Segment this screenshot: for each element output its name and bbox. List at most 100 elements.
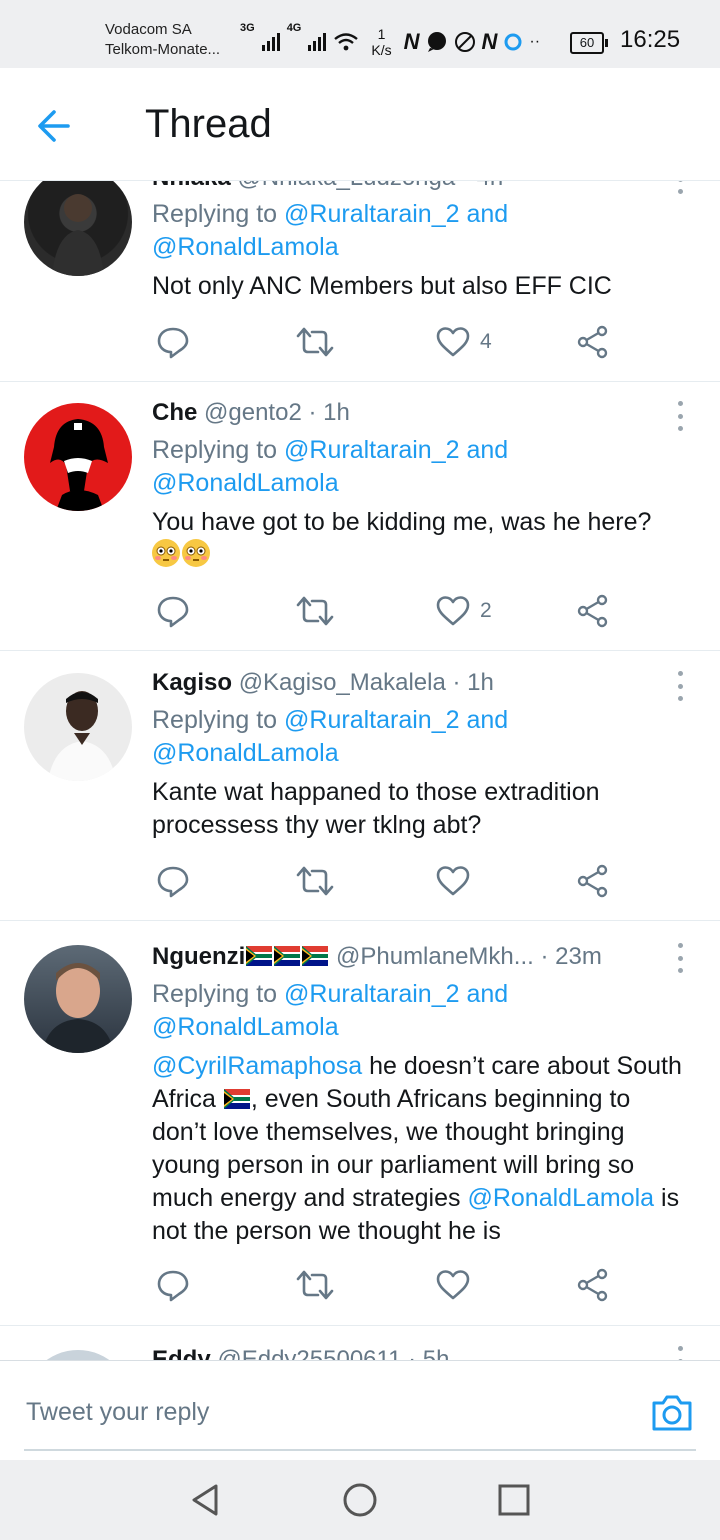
share-button[interactable] [576,1265,610,1305]
more-options-button[interactable] [672,401,688,431]
author-name[interactable]: Nhlaka [152,181,231,191]
mention-link[interactable]: @Ruraltarain_2 [284,436,459,464]
tweet[interactable]: Nguenzi @PhumlaneMkh... · 23m Replying t… [0,921,720,1326]
mention-link[interactable]: @Ruraltarain_2 [284,980,459,1008]
tweet-text-line: You have got to be kidding me, was he he… [152,508,652,536]
south-africa-flag-icon [274,946,301,966]
avatar[interactable] [24,945,132,1053]
mention-link[interactable]: @RonaldLamola [152,1013,339,1041]
reply-button[interactable] [156,861,190,901]
tweet-text: @CyrilRamaphosa he doesn’t care about So… [152,1050,708,1248]
avatar[interactable] [24,1350,132,1360]
tweet-header: Eddy @Eddy25500611 · 5h [152,1346,449,1360]
mention-link[interactable]: @Ruraltarain_2 [284,200,459,228]
person-photo-icon [48,691,116,781]
replying-and[interactable]: and [466,200,508,228]
more-options-button[interactable] [672,1346,688,1360]
heart-icon [436,596,470,626]
reply-icon [157,1270,189,1302]
heart-icon [436,327,470,357]
dot-icon [677,671,683,676]
retweet-icon [296,1270,334,1300]
share-button[interactable] [576,322,610,362]
retweet-button[interactable] [296,1265,334,1305]
separator-dot: · [308,399,324,426]
signal-icon [308,33,327,51]
tweet-text-line: Kante wat happaned to those extradition [152,778,600,806]
replying-to-label: Replying to [152,436,278,464]
retweet-button[interactable] [296,591,334,631]
tweet-text: Not only ANC Members but also EFF CIC [152,272,612,300]
mention-link[interactable]: @CyrilRamaphosa [152,1052,362,1080]
mention-link[interactable]: @RonaldLamola [152,233,339,261]
reply-button[interactable] [156,322,190,362]
app-header: Thread [0,68,720,181]
reply-button[interactable] [156,591,190,631]
back-button[interactable] [30,106,82,146]
notification-n-icon: N [403,29,420,54]
chat-bubble-icon [427,32,446,52]
separator-dot: · [452,669,468,696]
author-handle[interactable]: @Eddy25500611 [217,1346,401,1360]
replying-and[interactable]: and [466,706,508,734]
author-handle[interactable]: @PhumlaneMkh... [336,943,534,970]
page-title: Thread [145,102,272,146]
avatar[interactable] [24,673,132,781]
nav-home-button[interactable] [340,1480,380,1520]
carrier-name-2: Telkom-Monate... [105,41,221,58]
tweet-text-line: don’t love themselves, we thought bringi… [152,1118,625,1146]
tweet-text-line: young person in our parliament will brin… [152,1151,635,1179]
flushed-face-emoji-icon [152,539,180,567]
tweet-time: 1h [467,669,494,696]
tweet[interactable]: Eddy @Eddy25500611 · 5h [0,1326,720,1360]
retweet-button[interactable] [296,322,334,362]
mention-link[interactable]: @RonaldLamola [152,469,339,497]
south-africa-flag-icon [246,946,273,966]
tweet-time: 5h [422,1346,450,1360]
thread-feed[interactable]: Nhlaka @Nhlaka_Ludzonga · 4h Replying to… [0,181,720,1360]
reply-button[interactable] [156,1265,190,1305]
author-name[interactable]: Eddy [152,1346,211,1360]
like-button[interactable] [436,861,480,901]
more-options-button[interactable] [672,671,688,701]
tweet-text-segment: Africa [152,1085,223,1113]
tweet[interactable]: Che @gento2 · 1h Replying to @Ruraltarai… [0,381,720,651]
author-name[interactable]: Nguenzi [152,943,245,970]
share-icon [577,864,608,898]
mention-link[interactable]: @Ruraltarain_2 [284,706,459,734]
author-name[interactable]: Kagiso [152,669,232,696]
clock: 16:25 [620,26,681,53]
author-handle[interactable]: @Nhlaka_Ludzonga [237,181,455,191]
retweet-button[interactable] [296,861,334,901]
author-name[interactable]: Che [152,399,197,426]
nav-back-button[interactable] [186,1480,226,1520]
replying-and[interactable]: and [466,436,508,464]
replying-to-label: Replying to [152,200,278,228]
share-button[interactable] [576,861,610,901]
reply-input[interactable] [24,1397,628,1428]
like-button[interactable] [436,1265,480,1305]
separator-dot: · [540,943,556,970]
status-icons: 3G 4G 1 K/s N N ·· [240,22,540,62]
like-button[interactable]: 2 [436,591,492,631]
author-handle[interactable]: @Kagiso_Makalela [239,669,446,696]
author-handle[interactable]: @gento2 [204,399,302,426]
mention-link[interactable]: @RonaldLamola [467,1184,654,1212]
replying-and[interactable]: and [466,980,508,1008]
camera-button[interactable] [650,1391,694,1435]
mention-link[interactable]: @RonaldLamola [152,739,339,767]
network-4g-label: 4G [286,22,302,34]
more-options-button[interactable] [672,943,688,973]
heart-icon [436,1270,470,1300]
tweet-actions [152,861,622,901]
nav-recents-button[interactable] [494,1480,534,1520]
tweet[interactable]: Kagiso @Kagiso_Makalela · 1h Replying to… [0,651,720,921]
share-button[interactable] [576,591,610,631]
like-button[interactable]: 4 [436,322,492,362]
tweet[interactable]: Nhlaka @Nhlaka_Ludzonga · 4h Replying to… [0,181,720,382]
retweet-icon [296,596,334,626]
avatar[interactable] [24,181,132,276]
more-options-button[interactable] [672,181,688,194]
replying-to: Replying to @Ruraltarain_2 and @RonaldLa… [152,434,712,500]
avatar[interactable] [24,403,132,511]
